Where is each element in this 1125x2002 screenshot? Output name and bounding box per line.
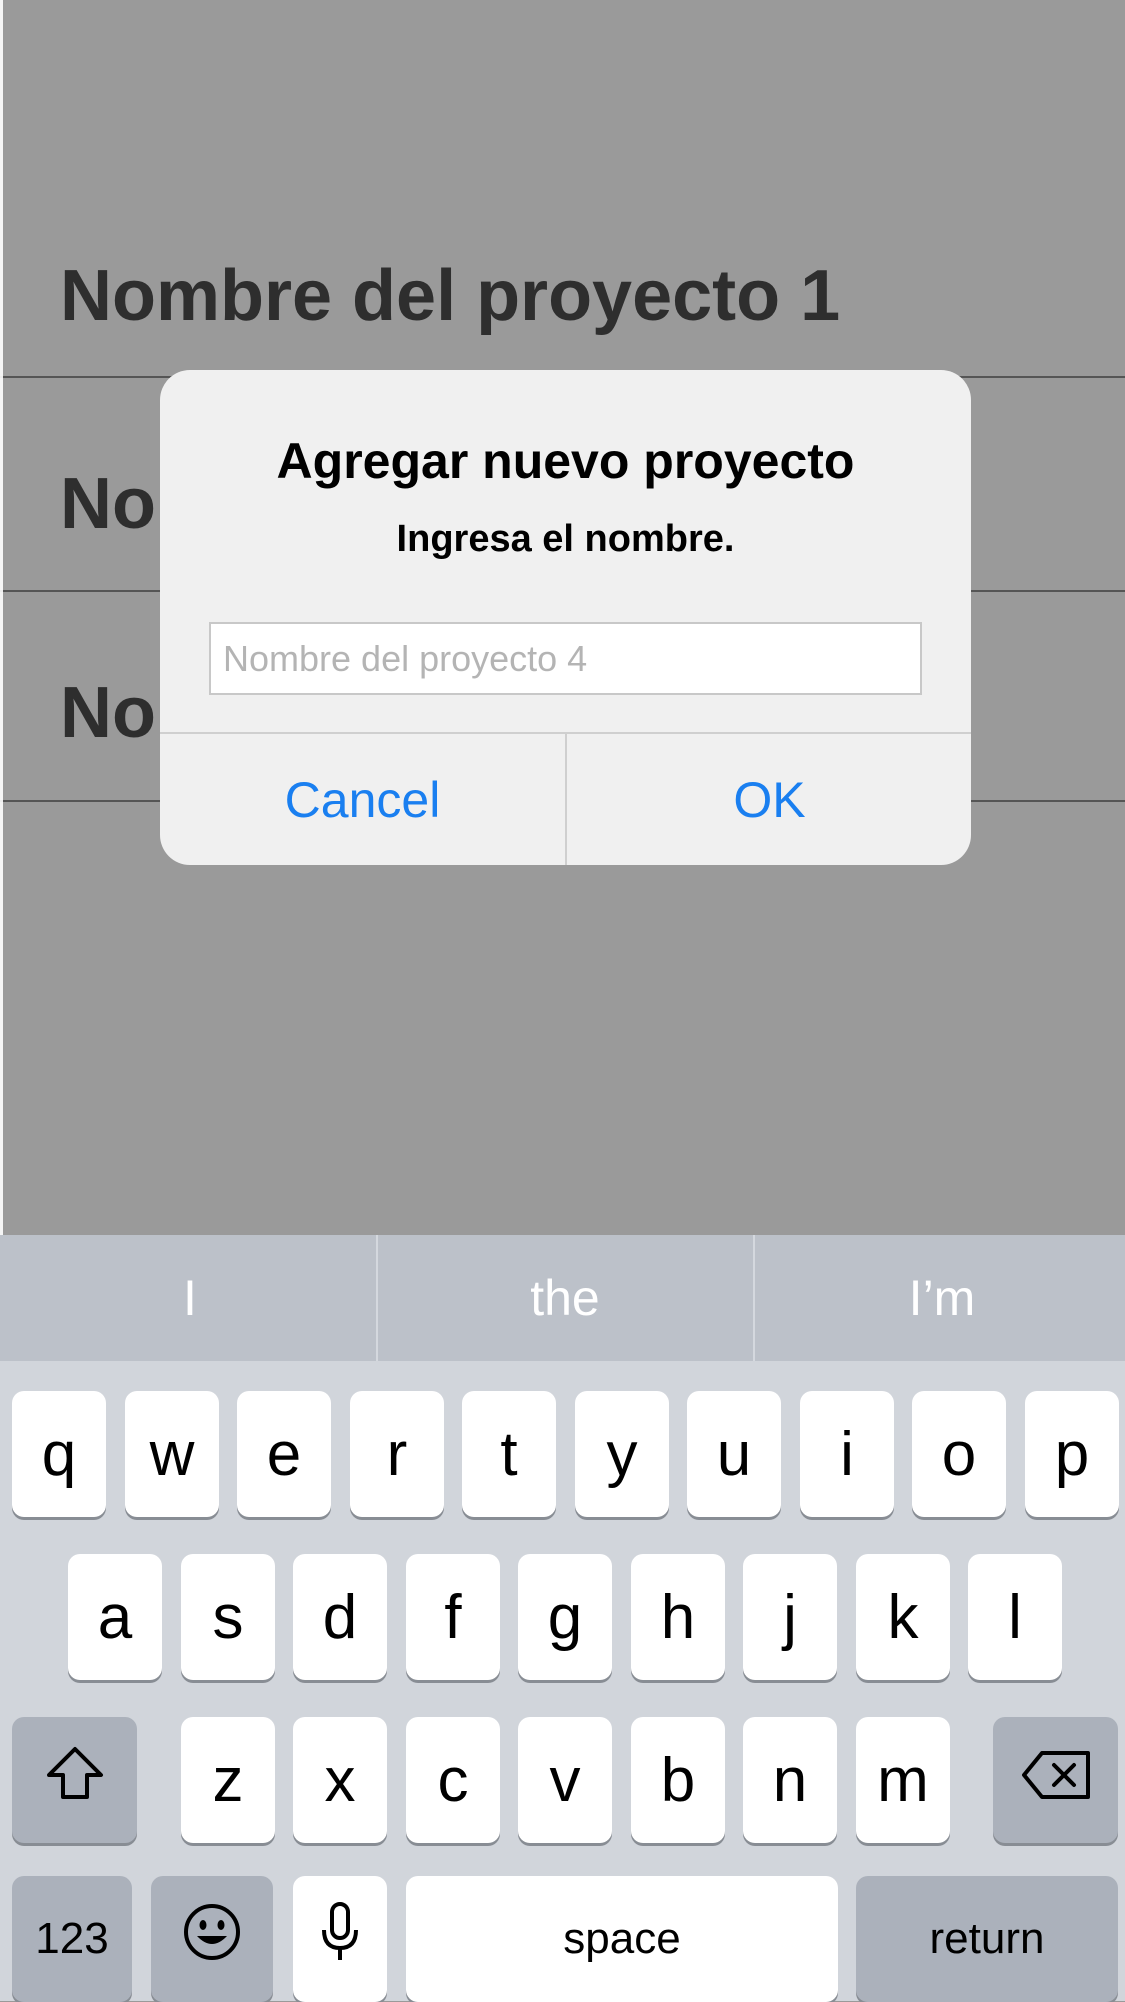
alert-title: Agregar nuevo proyecto [276, 433, 855, 489]
key-k[interactable]: k [856, 1554, 950, 1680]
project-name: No [60, 464, 156, 544]
key-g[interactable]: g [518, 1554, 612, 1680]
key-q[interactable]: q [12, 1391, 106, 1517]
key-y[interactable]: y [575, 1391, 669, 1517]
space-key[interactable]: space [406, 1876, 838, 2002]
key-s[interactable]: s [181, 1554, 275, 1680]
project-name: Nombre del proyecto 1 [60, 256, 841, 336]
key-l[interactable]: l [968, 1554, 1062, 1680]
key-z[interactable]: z [181, 1717, 275, 1843]
project-name-input[interactable] [209, 622, 922, 695]
key-i[interactable]: i [800, 1391, 894, 1517]
ok-button[interactable]: OK [567, 734, 971, 865]
shift-key[interactable] [12, 1717, 137, 1843]
key-m[interactable]: m [856, 1717, 950, 1843]
suggestion-1[interactable]: I [3, 1235, 377, 1361]
key-n[interactable]: n [743, 1717, 837, 1843]
microphone-icon [320, 1900, 360, 1979]
emoji-icon [182, 1902, 242, 1977]
project-name: No [60, 673, 156, 753]
dictation-key[interactable] [293, 1876, 387, 2002]
key-r[interactable]: r [350, 1391, 444, 1517]
delete-icon [1020, 1745, 1092, 1816]
key-j[interactable]: j [743, 1554, 837, 1680]
delete-key[interactable] [993, 1717, 1118, 1843]
key-t[interactable]: t [462, 1391, 556, 1517]
suggestion-2[interactable]: the [378, 1235, 752, 1361]
key-c[interactable]: c [406, 1717, 500, 1843]
key-u[interactable]: u [687, 1391, 781, 1517]
key-v[interactable]: v [518, 1717, 612, 1843]
key-f[interactable]: f [406, 1554, 500, 1680]
key-b[interactable]: b [631, 1717, 725, 1843]
add-project-alert: Agregar nuevo proyecto Ingresa el nombre… [160, 370, 971, 865]
key-x[interactable]: x [293, 1717, 387, 1843]
suggestion-3[interactable]: I’m [755, 1235, 1125, 1361]
key-e[interactable]: e [237, 1391, 331, 1517]
alert-message: Ingresa el nombre. [396, 518, 735, 560]
key-d[interactable]: d [293, 1554, 387, 1680]
key-h[interactable]: h [631, 1554, 725, 1680]
numbers-key[interactable]: 123 [12, 1876, 132, 2002]
shift-icon [45, 1745, 105, 1816]
key-o[interactable]: o [912, 1391, 1006, 1517]
key-w[interactable]: w [125, 1391, 219, 1517]
list-item[interactable]: Nombre del proyecto 1 [0, 230, 1125, 378]
keyboard: q w e r t y u i o p a s d f g h j k l z … [0, 1361, 1125, 2002]
cancel-button[interactable]: Cancel [160, 734, 565, 865]
key-a[interactable]: a [68, 1554, 162, 1680]
emoji-key[interactable] [151, 1876, 273, 2002]
key-p[interactable]: p [1025, 1391, 1119, 1517]
suggestion-bar: I the I’m [0, 1235, 1125, 1361]
screen: Nombre del proyecto 1 No No Agregar nuev… [0, 0, 1125, 2002]
return-key[interactable]: return [856, 1876, 1118, 2002]
